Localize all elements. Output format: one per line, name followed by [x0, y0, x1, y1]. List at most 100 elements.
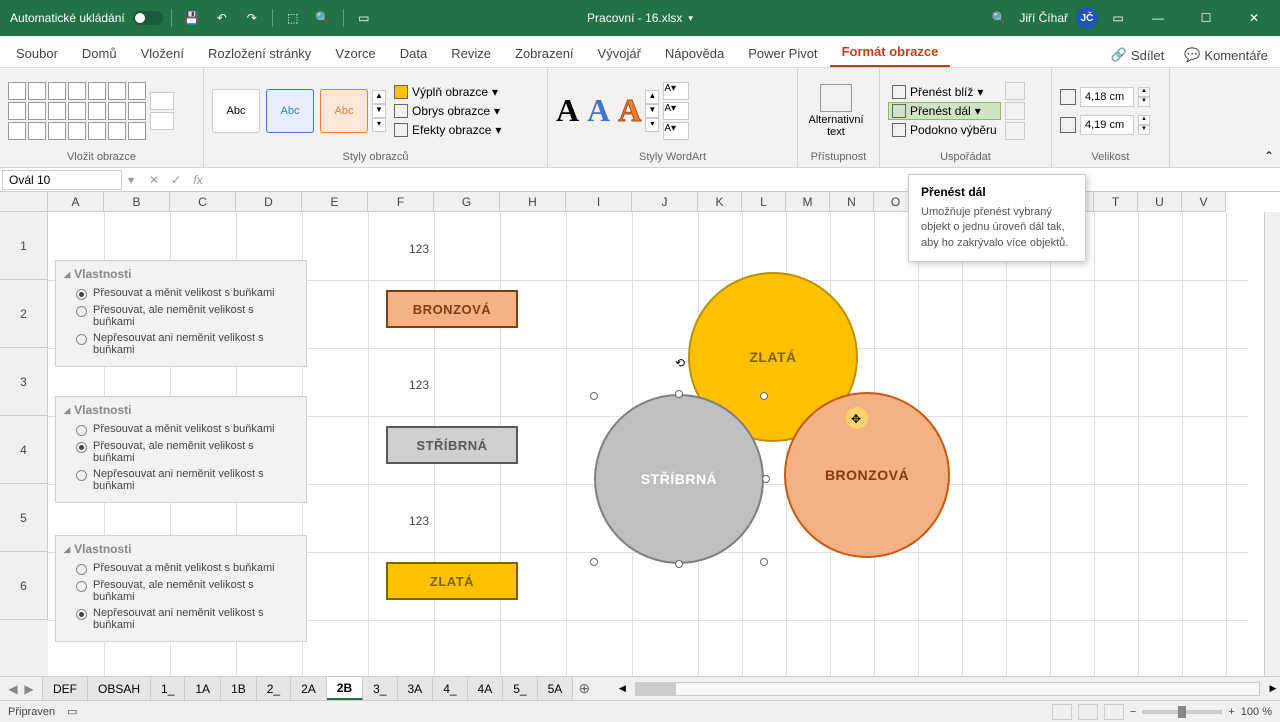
sheet-tab-4_[interactable]: 4_	[433, 677, 467, 700]
height-input[interactable]	[1080, 87, 1134, 107]
sheet-tab-3_[interactable]: 3_	[363, 677, 397, 700]
row-header-2[interactable]: 2	[0, 280, 48, 348]
hscroll-left[interactable]: ◀	[615, 683, 629, 694]
tab-vlozeni[interactable]: Vložení	[129, 40, 196, 67]
sheet-tab-2B[interactable]: 2B	[327, 677, 363, 700]
row-header-5[interactable]: 5	[0, 484, 48, 552]
width-control[interactable]: ▲▼	[1060, 115, 1150, 135]
radio-option[interactable]: Nepřesouvat ani neměnit velikost s buňka…	[64, 605, 298, 633]
sheet-tab-DEF[interactable]: DEF	[43, 677, 88, 700]
row-header-3[interactable]: 3	[0, 348, 48, 416]
radio-option[interactable]: Přesouvat a měnit velikost s buňkami	[64, 560, 298, 577]
shape-style-gallery[interactable]: Abc Abc Abc	[212, 89, 368, 133]
style-1[interactable]: Abc	[212, 89, 260, 133]
col-header-G[interactable]: G	[434, 192, 500, 211]
tab-data[interactable]: Data	[388, 40, 439, 67]
row-header-1[interactable]: 1	[0, 212, 48, 280]
col-header-H[interactable]: H	[500, 192, 566, 211]
zoom-icon[interactable]: 🔍	[311, 6, 335, 30]
minimize-button[interactable]: —	[1138, 0, 1178, 36]
col-header-K[interactable]: K	[698, 192, 742, 211]
radio-option[interactable]: Nepřesouvat ani neměnit velikost s buňka…	[64, 466, 298, 494]
selection-pane-button[interactable]: Podokno výběru	[888, 121, 1001, 139]
col-header-F[interactable]: F	[368, 192, 434, 211]
col-header-T[interactable]: T	[1094, 192, 1138, 211]
text-outline-button[interactable]: A▾	[663, 102, 689, 120]
row-header-6[interactable]: 6	[0, 552, 48, 620]
maximize-button[interactable]: ☐	[1186, 0, 1226, 36]
page-break-button[interactable]	[1104, 704, 1124, 720]
col-header-B[interactable]: B	[104, 192, 170, 211]
selection-handle[interactable]	[760, 392, 768, 400]
height-control[interactable]: ▲▼	[1060, 87, 1150, 107]
col-header-J[interactable]: J	[632, 192, 698, 211]
sheet-tab-5A[interactable]: 5A	[538, 677, 574, 700]
vertical-scrollbar[interactable]	[1264, 212, 1280, 676]
col-header-M[interactable]: M	[786, 192, 830, 211]
col-header-E[interactable]: E	[302, 192, 368, 211]
sheet-tab-2A[interactable]: 2A	[291, 677, 327, 700]
selection-handle[interactable]	[675, 560, 683, 568]
collapse-ribbon-icon[interactable]: ⌃	[1264, 149, 1274, 163]
autosave-switch[interactable]	[133, 11, 163, 25]
radio-option[interactable]: Přesouvat a měnit velikost s buňkami	[64, 285, 298, 302]
tab-nav-prev[interactable]: ◀	[6, 681, 20, 697]
select-all-corner[interactable]	[0, 192, 48, 212]
rotate-button[interactable]	[1005, 122, 1025, 140]
rect-gold[interactable]: ZLATÁ	[386, 562, 518, 600]
wa-up[interactable]: ▲	[645, 90, 659, 104]
group-button[interactable]	[1005, 102, 1025, 120]
sheet-tab-4A[interactable]: 4A	[468, 677, 504, 700]
tab-format-obrazce[interactable]: Formát obrazce	[830, 38, 951, 67]
col-header-U[interactable]: U	[1138, 192, 1182, 211]
tab-vyvojar[interactable]: Vývojář	[586, 40, 653, 67]
shape-fill-button[interactable]: Výplň obrazce ▾	[390, 83, 505, 101]
col-header-I[interactable]: I	[566, 192, 632, 211]
sheet-tab-1B[interactable]: 1B	[221, 677, 257, 700]
radio-option[interactable]: Přesouvat, ale neměnit velikost s buňkam…	[64, 302, 298, 330]
shapes-gallery[interactable]	[8, 82, 146, 140]
sheet-tab-3A[interactable]: 3A	[398, 677, 434, 700]
style-2[interactable]: Abc	[266, 89, 314, 133]
align-button[interactable]	[1005, 82, 1025, 100]
tab-domu[interactable]: Domů	[70, 40, 129, 67]
radio-option[interactable]: Nepřesouvat ani neměnit velikost s buňka…	[64, 330, 298, 358]
col-header-V[interactable]: V	[1182, 192, 1226, 211]
tab-napoveda[interactable]: Nápověda	[653, 40, 736, 67]
gallery-down[interactable]: ▼	[372, 104, 386, 118]
shape-effects-button[interactable]: Efekty obrazce ▾	[390, 121, 505, 139]
wa-more[interactable]: ▾	[645, 118, 659, 132]
edit-shape-button[interactable]	[150, 92, 174, 110]
selection-handle[interactable]	[590, 558, 598, 566]
shape-outline-button[interactable]: Obrys obrazce ▾	[390, 102, 505, 120]
selection-handle[interactable]	[590, 392, 598, 400]
col-header-L[interactable]: L	[742, 192, 786, 211]
zoom-level[interactable]: 100 %	[1241, 706, 1272, 718]
zoom-in-button[interactable]: +	[1228, 706, 1234, 718]
tab-zobrazeni[interactable]: Zobrazení	[503, 40, 586, 67]
wordart-3[interactable]: A	[618, 92, 641, 129]
zoom-out-button[interactable]: −	[1130, 706, 1136, 718]
sheet-tab-1A[interactable]: 1A	[185, 677, 221, 700]
tab-rozlozeni[interactable]: Rozložení stránky	[196, 40, 323, 67]
wordart-gallery[interactable]: A A A	[556, 92, 641, 129]
selection-handle[interactable]	[762, 475, 770, 483]
tab-revize[interactable]: Revize	[439, 40, 503, 67]
undo-icon[interactable]: ↶	[210, 6, 234, 30]
radio-option[interactable]: Přesouvat a měnit velikost s buňkami	[64, 421, 298, 438]
wordart-2[interactable]: A	[587, 92, 610, 129]
alt-text-button[interactable]: Alternativní text	[806, 84, 866, 138]
horizontal-scrollbar[interactable]	[635, 682, 1260, 696]
row-header-4[interactable]: 4	[0, 416, 48, 484]
sheet-tab-5_[interactable]: 5_	[503, 677, 537, 700]
user-name[interactable]: Jiří Číhař	[1019, 11, 1068, 25]
tab-soubor[interactable]: Soubor	[4, 40, 70, 67]
tab-powerpivot[interactable]: Power Pivot	[736, 40, 829, 67]
sheet-tab-2_[interactable]: 2_	[257, 677, 291, 700]
share-button[interactable]: 🔗 Sdílet	[1103, 43, 1172, 67]
width-input[interactable]	[1080, 115, 1134, 135]
style-3[interactable]: Abc	[320, 89, 368, 133]
sheet-tab-1_[interactable]: 1_	[151, 677, 185, 700]
row-headers[interactable]: 123456	[0, 212, 48, 676]
rect-silver[interactable]: STŘÍBRNÁ	[386, 426, 518, 464]
